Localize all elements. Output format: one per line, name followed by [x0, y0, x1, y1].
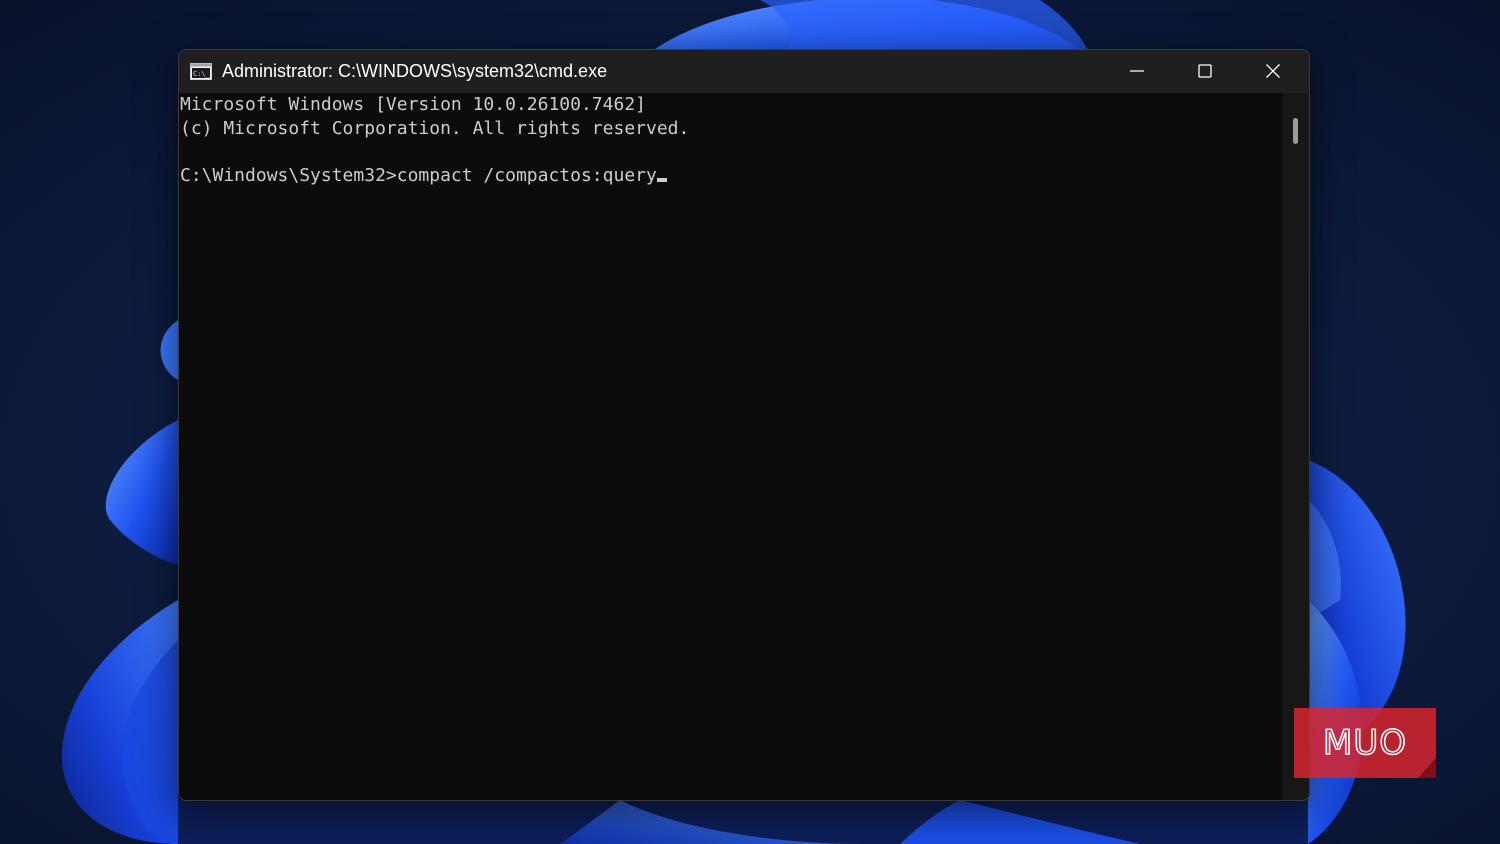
minimize-icon: [1129, 63, 1145, 79]
console-line: (c) Microsoft Corporation. All rights re…: [180, 118, 690, 139]
maximize-icon: [1197, 63, 1213, 79]
scrollbar-thumb[interactable]: [1293, 118, 1298, 144]
close-button[interactable]: [1239, 50, 1307, 92]
console-input[interactable]: C:\Windows\System32>compact /compactos:q…: [180, 165, 657, 186]
cmd-window[interactable]: C:\_ Administrator: C:\WINDOWS\system32\…: [178, 49, 1310, 801]
console-line: Microsoft Windows [Version 10.0.26100.74…: [180, 94, 646, 115]
text-cursor: [656, 178, 667, 182]
minimize-button[interactable]: [1103, 50, 1171, 92]
close-icon: [1265, 63, 1281, 79]
watermark-text: MUO: [1323, 723, 1407, 763]
cmd-icon-text: C:\_: [193, 70, 211, 78]
console-output[interactable]: Microsoft Windows [Version 10.0.26100.74…: [179, 93, 1283, 800]
title-bar[interactable]: C:\_ Administrator: C:\WINDOWS\system32\…: [179, 50, 1309, 93]
command-prompt-line[interactable]: C:\Windows\System32>compact /compactos:q…: [180, 164, 667, 188]
window-title: Administrator: C:\WINDOWS\system32\cmd.e…: [222, 61, 608, 81]
vertical-scrollbar[interactable]: [1283, 93, 1309, 800]
maximize-button[interactable]: [1171, 50, 1239, 92]
cmd-icon: C:\_: [190, 63, 212, 80]
muo-watermark: MUO: [1294, 708, 1436, 778]
